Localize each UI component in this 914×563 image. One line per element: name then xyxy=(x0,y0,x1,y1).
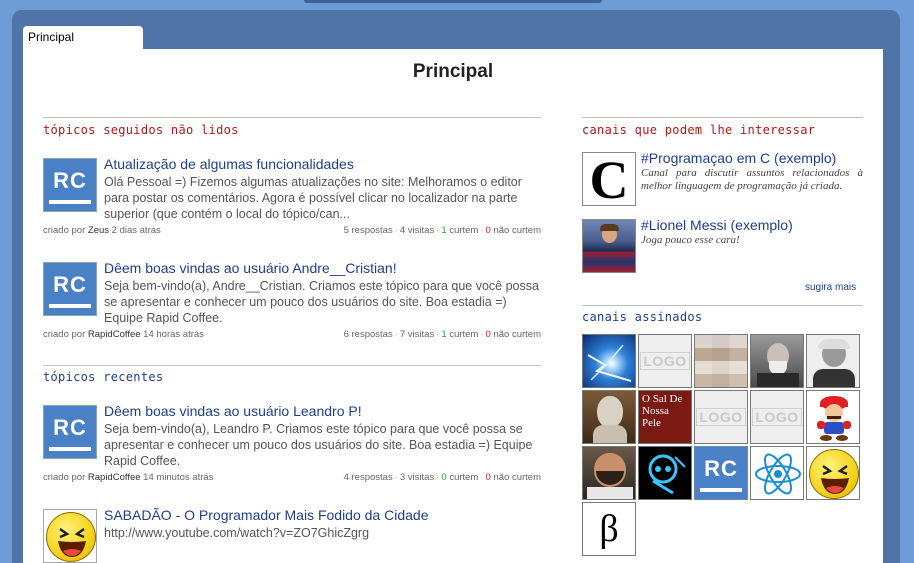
section-followed-heading: tópicos seguidos não lidos xyxy=(43,123,239,137)
topic-title-link[interactable]: SABADÃO - O Programador Mais Fodido da C… xyxy=(104,507,428,523)
section-suggested-heading: canais que podem lhe interessar xyxy=(582,123,816,137)
author-link[interactable]: RapidCoffee xyxy=(88,329,141,340)
atom-icon[interactable] xyxy=(750,446,804,500)
tab-label: Principal xyxy=(28,30,75,44)
topic-meta: criado por Zeus 2 dias atrás xyxy=(43,225,161,236)
section-recent-heading: tópicos recentes xyxy=(43,370,164,384)
topic-stats: 4 respostas · 3 visitas · 0 curtem · 0 não cur… xyxy=(343,472,541,483)
freud-portrait-icon[interactable] xyxy=(750,334,804,388)
dislike-link[interactable]: não curtem xyxy=(493,225,541,236)
rc-logo-icon[interactable]: RC xyxy=(694,446,748,500)
channel-description: Joga pouco esse cara! xyxy=(641,234,740,246)
channel-description: Canal para discutir assuntos relacionado… xyxy=(641,167,863,192)
rc-logo-text: RC xyxy=(704,456,738,481)
channel-item[interactable]: C #Programaçao em C (exemplo) Canal para… xyxy=(582,150,864,210)
topic-title-link[interactable]: Dêem boas vindas ao usuário Leandro P! xyxy=(104,403,362,419)
laughing-smiley-icon[interactable] xyxy=(806,446,860,500)
author-link[interactable]: Zeus xyxy=(88,225,109,236)
channel-title-link[interactable]: #Lionel Messi (exemplo) xyxy=(641,217,793,233)
like-link[interactable]: curtem xyxy=(449,472,478,483)
divider xyxy=(43,365,541,366)
divider xyxy=(582,305,863,306)
logo-placeholder-icon[interactable]: LOGO xyxy=(638,334,692,388)
like-link[interactable]: curtem xyxy=(449,225,478,236)
top-nav-tab[interactable] xyxy=(304,0,602,3)
topic-meta: criado por RapidCoffee 14 horas atrás xyxy=(43,329,204,340)
beta-symbol-text: β xyxy=(599,508,619,550)
xray-skull-icon[interactable] xyxy=(638,446,692,500)
page-title: Principal xyxy=(412,61,494,82)
topic-stats: 5 respostas · 4 visitas · 1 curtem · 0 não cur… xyxy=(343,225,541,236)
topic-excerpt: Seja bem-vindo(a), Andre__Cristian. Cria… xyxy=(104,279,539,325)
logo-placeholder-text: LOGO xyxy=(752,408,802,426)
topic-excerpt: Olá Pessoal =) Fizemos algumas atualizaç… xyxy=(104,175,522,221)
rc-logo-icon[interactable]: RC xyxy=(43,262,97,316)
aristotle-bust-icon[interactable] xyxy=(582,390,636,444)
logo-placeholder-icon[interactable]: LOGO xyxy=(750,390,804,444)
man-portrait-icon[interactable] xyxy=(582,446,636,500)
channel-cover-text: O Sal De Nossa Pele xyxy=(642,393,683,429)
suggest-more-link[interactable]: sugira mais xyxy=(805,282,856,293)
content-panel: Principal tópicos seguidos não lidos RC … xyxy=(23,49,883,563)
logo-placeholder-icon[interactable]: LOGO xyxy=(694,390,748,444)
channel-item[interactable]: #Lionel Messi (exemplo) Joga pouco esse … xyxy=(582,217,864,275)
dislike-link[interactable]: não curtem xyxy=(493,472,541,483)
beta-symbol-icon[interactable]: β xyxy=(582,502,636,556)
svg-text:C: C xyxy=(590,153,629,205)
mario-icon[interactable] xyxy=(806,390,860,444)
laughing-smiley-icon[interactable] xyxy=(43,509,97,563)
o-sal-de-nossa-pele-icon[interactable]: O Sal De Nossa Pele xyxy=(638,390,692,444)
rc-logo-icon[interactable]: RC xyxy=(43,405,97,459)
pixelated-icon[interactable] xyxy=(694,334,748,388)
logo-placeholder-text: LOGO xyxy=(640,352,690,370)
divider xyxy=(582,117,863,118)
topic-title-link[interactable]: Atualização de algumas funcionalidades xyxy=(104,156,354,172)
messi-photo-icon[interactable] xyxy=(582,219,636,273)
author-link[interactable]: RapidCoffee xyxy=(88,472,141,483)
dislike-link[interactable]: não curtem xyxy=(493,329,541,340)
topic-title-link[interactable]: Dêem boas vindas ao usuário Andre__Crist… xyxy=(104,260,397,276)
topic-meta: criado por RapidCoffee 14 minutos atrás xyxy=(43,472,214,483)
topic-excerpt: Seja bem-vindo(a), Leandro P. Criamos es… xyxy=(104,422,533,468)
logo-placeholder-text: LOGO xyxy=(696,408,746,426)
topic-excerpt: http://www.youtube.com/watch?v=ZO7GhicZg… xyxy=(104,526,370,540)
divider xyxy=(43,117,541,118)
topic-stats: 6 respostas · 7 visitas · 1 curtem · 0 não cur… xyxy=(343,329,541,340)
section-subscribed-heading: canais assinados xyxy=(582,310,703,324)
subscribed-grid: LOGO O Sal De Nossa Pele LOGO LOGO RC β xyxy=(582,334,864,563)
lightning-icon[interactable] xyxy=(582,334,636,388)
rc-logo-icon[interactable]: RC xyxy=(43,158,97,212)
channel-title-link[interactable]: #Programaçao em C (exemplo) xyxy=(641,150,836,166)
c-letter-icon[interactable]: C xyxy=(582,150,636,210)
like-link[interactable]: curtem xyxy=(449,329,478,340)
old-man-portrait-icon[interactable] xyxy=(806,334,860,388)
